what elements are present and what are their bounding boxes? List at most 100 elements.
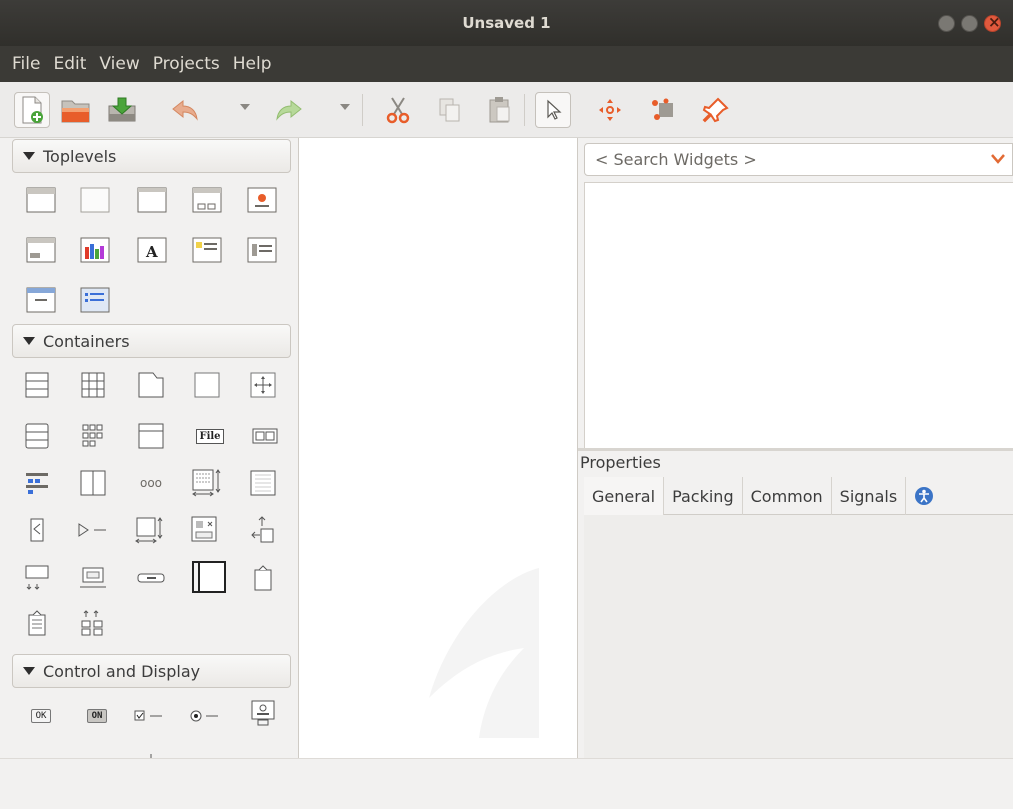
message-dialog-icon[interactable] <box>192 235 222 265</box>
viewport-icon[interactable] <box>248 468 278 498</box>
containers-label: Containers <box>43 331 130 351</box>
minimize-button[interactable] <box>938 15 955 32</box>
properties-tabs: General Packing Common Signals <box>584 477 1013 515</box>
scale-icon[interactable] <box>134 745 168 758</box>
toggle-button-icon[interactable]: ON <box>80 701 114 731</box>
frame-icon[interactable] <box>192 370 222 400</box>
flow-box-icon[interactable] <box>78 421 108 451</box>
assistant-icon[interactable] <box>26 235 56 265</box>
alignment-icon[interactable] <box>134 515 164 545</box>
align-button[interactable] <box>698 92 734 128</box>
recent-chooser-icon[interactable] <box>247 235 277 265</box>
menu-bar-widget-icon[interactable]: File <box>192 421 228 451</box>
list-box-icon[interactable] <box>136 421 166 451</box>
header-bar-icon[interactable] <box>22 563 52 593</box>
toggle-button-label: ON <box>86 709 108 723</box>
font-chooser-icon[interactable]: A <box>137 235 167 265</box>
dialog-icon[interactable] <box>192 185 222 215</box>
close-button[interactable] <box>984 13 1001 32</box>
control-display-header[interactable]: Control and Display <box>12 654 291 688</box>
undo-button[interactable] <box>168 92 204 128</box>
control-display-label: Control and Display <box>43 661 201 681</box>
tab-common[interactable]: Common <box>743 477 832 515</box>
search-widgets-input[interactable]: < Search Widgets > <box>584 143 1013 176</box>
redo-button[interactable] <box>270 92 306 128</box>
window-widget-icon[interactable] <box>26 185 56 215</box>
stack-switcher-icon[interactable] <box>136 563 166 593</box>
button-box-icon[interactable] <box>22 421 52 451</box>
expand-triangle-icon <box>23 152 35 160</box>
pane-divider[interactable] <box>578 448 1013 451</box>
save-button[interactable] <box>104 92 140 128</box>
stack-icon[interactable] <box>78 563 108 593</box>
new-button[interactable] <box>14 92 50 128</box>
color-chooser-icon[interactable] <box>80 235 110 265</box>
notebook-icon[interactable] <box>136 370 166 400</box>
tab-signals[interactable]: Signals <box>832 477 907 515</box>
action-bar-icon[interactable] <box>22 608 52 638</box>
menu-edit[interactable]: Edit <box>53 54 86 74</box>
pin-icon <box>702 97 729 123</box>
search-placeholder: < Search Widgets > <box>595 150 757 169</box>
check-button-icon[interactable] <box>132 701 168 731</box>
glade-watermark-icon <box>429 568 539 738</box>
tab-accessibility[interactable] <box>906 477 942 515</box>
layout-icon[interactable] <box>248 515 278 545</box>
popover-icon[interactable] <box>80 285 110 315</box>
undo-dropdown-icon[interactable] <box>240 104 250 110</box>
application-window-icon[interactable] <box>137 185 167 215</box>
drag-resize-button[interactable] <box>592 92 628 128</box>
menu-projects[interactable]: Projects <box>153 54 220 74</box>
properties-title: Properties <box>580 453 661 472</box>
link-button-icon[interactable] <box>248 698 278 728</box>
design-canvas[interactable] <box>298 138 578 758</box>
accessibility-icon <box>915 487 934 505</box>
fixed-icon[interactable] <box>190 515 220 545</box>
containers-header[interactable]: Containers <box>12 324 291 358</box>
margins-button[interactable] <box>646 92 682 128</box>
open-button[interactable] <box>58 92 94 128</box>
maximize-button[interactable] <box>961 15 978 32</box>
menu-help[interactable]: Help <box>233 54 272 74</box>
button-widget-icon[interactable]: OK <box>24 701 58 731</box>
menu-view[interactable]: View <box>99 54 139 74</box>
offscreen-window-icon[interactable] <box>80 185 110 215</box>
toolbar-separator <box>524 94 525 126</box>
overlay-icon[interactable] <box>248 370 278 400</box>
widget-tree[interactable] <box>584 182 1013 449</box>
paned-icon[interactable] <box>78 468 108 498</box>
about-dialog-icon[interactable] <box>247 185 277 215</box>
toplevels-header[interactable]: Toplevels <box>12 139 291 173</box>
redo-dropdown-icon[interactable] <box>340 104 350 110</box>
paste-button[interactable] <box>482 92 518 128</box>
glade-window: Unsaved 1 File Edit View Projects Help <box>0 0 1013 809</box>
grid-icon[interactable] <box>78 370 108 400</box>
toolbar <box>0 82 1013 138</box>
expand-triangle-icon <box>23 667 35 675</box>
event-box-icon[interactable] <box>22 515 52 545</box>
separator-widget-icon[interactable] <box>24 745 58 758</box>
horizontal-separator-icon[interactable] <box>80 745 114 758</box>
cut-button[interactable] <box>380 92 416 128</box>
tab-packing[interactable]: Packing <box>664 477 743 515</box>
select-button[interactable] <box>535 92 571 128</box>
margins-icon <box>652 98 673 120</box>
box-icon[interactable] <box>22 370 52 400</box>
menu-file[interactable]: File <box>12 54 40 74</box>
undo-icon <box>172 99 198 121</box>
tool-palette-icon[interactable] <box>22 468 52 498</box>
flow-box-child-icon[interactable] <box>78 608 108 638</box>
expander-icon[interactable] <box>76 515 112 545</box>
tab-general[interactable]: General <box>584 477 665 515</box>
redo-icon <box>276 99 302 121</box>
button-box-dots-icon[interactable]: ooo <box>136 468 166 498</box>
copy-button[interactable] <box>432 92 468 128</box>
scrolled-window-icon[interactable] <box>192 468 222 498</box>
expand-triangle-icon <box>23 337 35 345</box>
revealer-icon[interactable] <box>191 559 227 595</box>
radio-button-icon[interactable] <box>188 701 224 731</box>
popover-container-icon[interactable] <box>248 563 278 593</box>
toolbar-widget-icon[interactable] <box>250 421 280 451</box>
search-dropdown-icon[interactable] <box>990 153 1006 165</box>
file-chooser-dialog-icon[interactable] <box>26 285 56 315</box>
